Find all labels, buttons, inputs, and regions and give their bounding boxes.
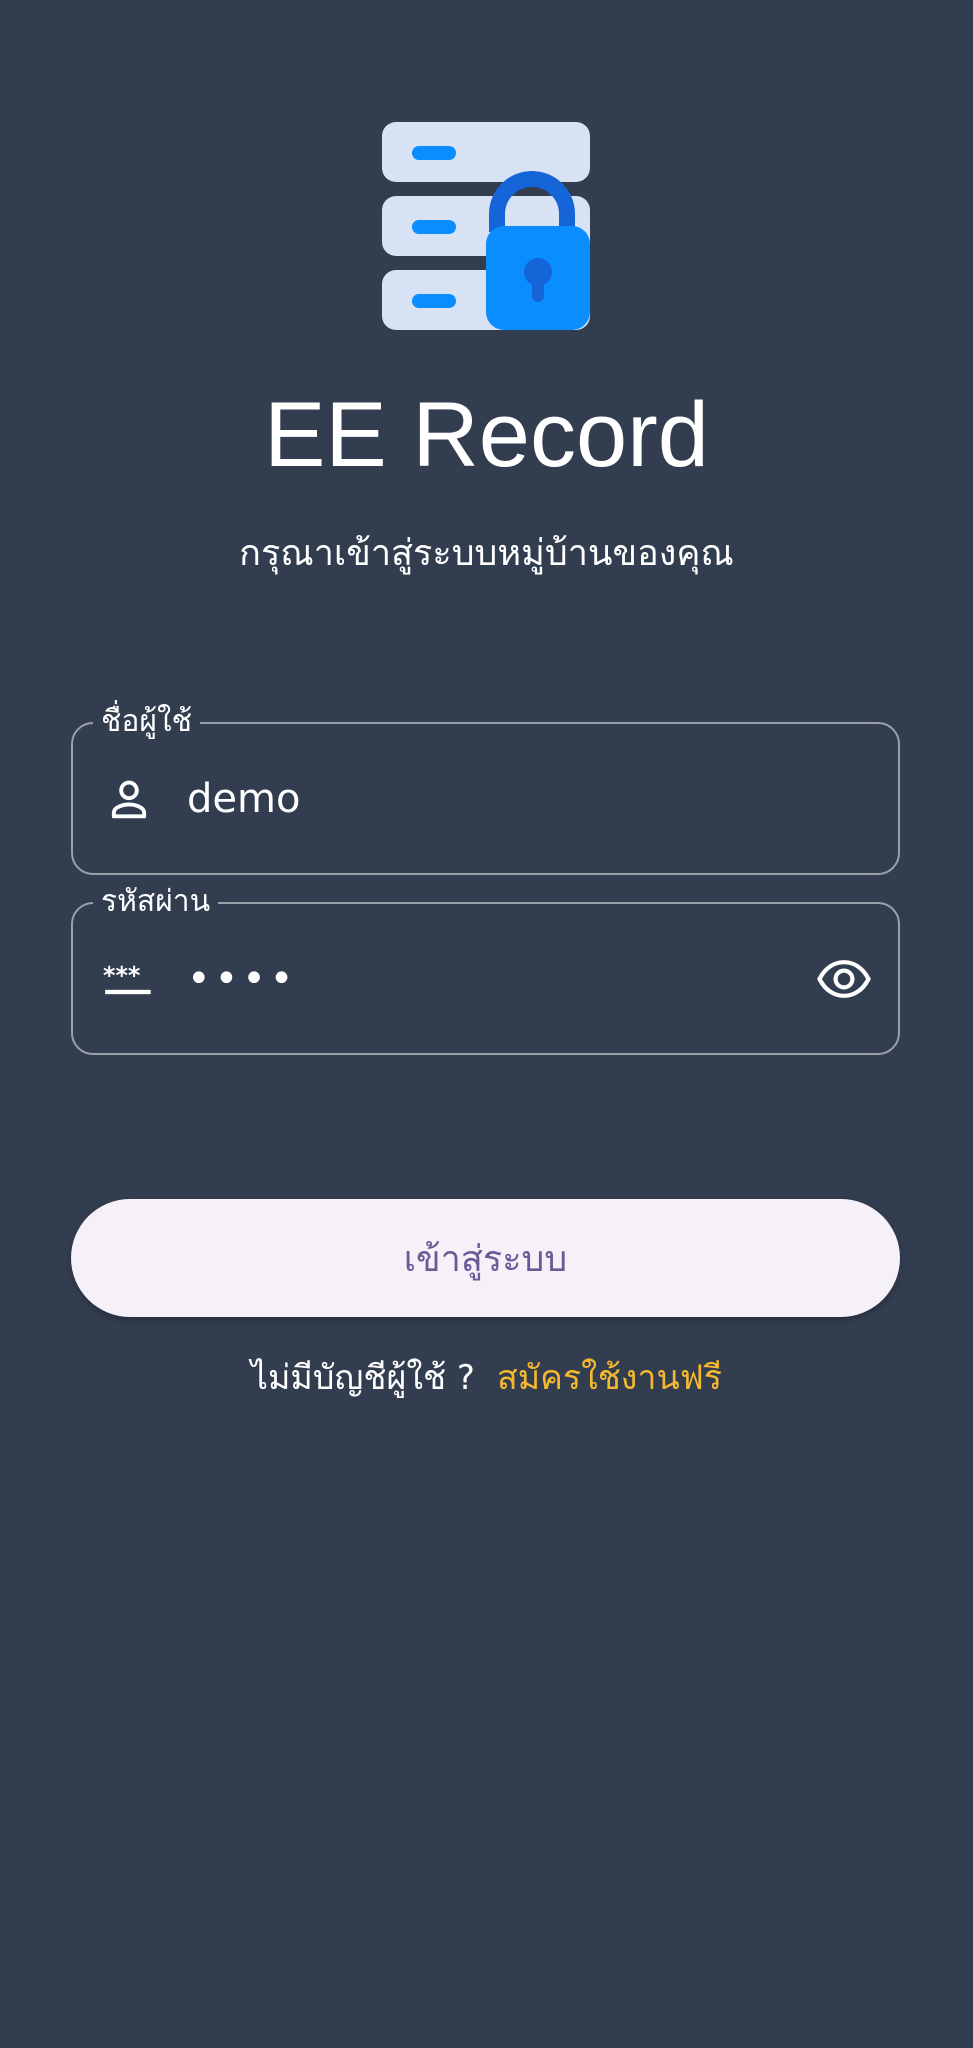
login-button[interactable]: เข้าสู่ระบบ [71,1199,900,1317]
app-logo-icon [382,122,590,330]
username-label: ชื่อผู้ใช้ [93,700,200,744]
signup-row: ไม่มีบัญชีผู้ใช้ ? สมัครใช้งานฟรี [0,1350,973,1406]
password-field[interactable]: รหัสผ่าน *** •••• [71,880,900,1055]
signup-link[interactable]: สมัครใช้งานฟรี [497,1358,722,1398]
password-icon: *** [103,961,151,994]
username-input[interactable]: demo [187,724,300,873]
app-title: EE Record [264,384,709,486]
signup-prompt: ไม่มีบัญชีผู้ใช้ ? [250,1358,475,1398]
svg-text:***: *** [103,961,140,989]
password-input[interactable]: •••• [187,904,297,1053]
login-subtitle: กรุณาเข้าสู่ระบบหมู่บ้านของคุณ [239,533,734,574]
eye-icon[interactable] [816,951,872,1007]
person-icon [111,780,147,818]
username-field[interactable]: ชื่อผู้ใช้ demo [71,700,900,875]
